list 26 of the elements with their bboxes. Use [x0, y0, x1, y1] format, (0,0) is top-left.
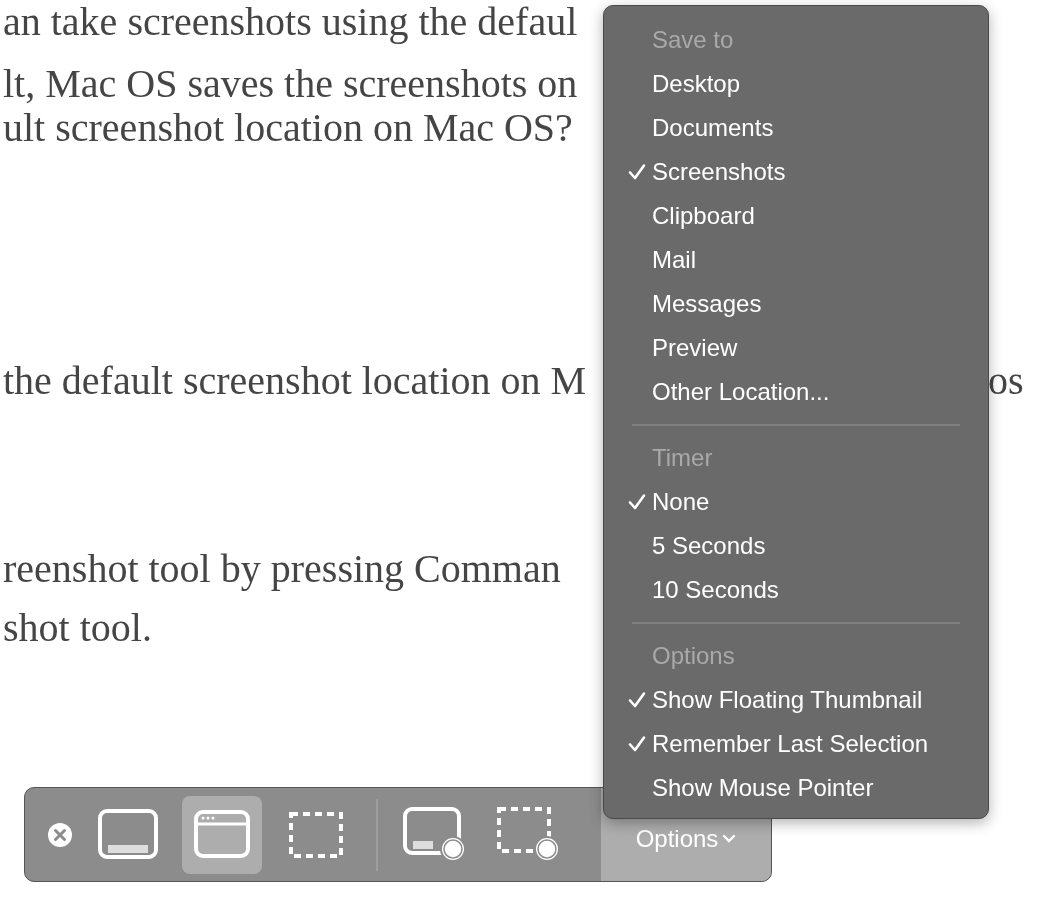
article-text-line: the default screenshot location on M	[3, 359, 587, 403]
menu-item[interactable]: Remember Last Selection	[604, 722, 988, 766]
menu-section-header: Options	[652, 641, 735, 671]
menu-item[interactable]: Desktop	[604, 62, 988, 106]
menu-item[interactable]: Clipboard	[604, 194, 988, 238]
menu-item[interactable]: Mail	[604, 238, 988, 282]
menu-section-header: Timer	[652, 443, 713, 473]
article-text-line: ult screenshot location on Mac OS?	[3, 106, 573, 150]
article-text-line: lt, Mac OS saves the screenshots on	[3, 62, 578, 106]
close-icon[interactable]	[48, 822, 72, 847]
menu-item[interactable]: Show Floating Thumbnail	[604, 678, 988, 722]
menu-item[interactable]: 10 Seconds	[604, 568, 988, 612]
menu-item[interactable]: None	[604, 480, 988, 524]
menu-item[interactable]: Other Location...	[604, 370, 988, 414]
menu-item[interactable]: Preview	[604, 326, 988, 370]
menu-item[interactable]: 5 Seconds	[604, 524, 988, 568]
article-text-line: reenshot tool by pressing Comman	[3, 547, 561, 591]
menu-item[interactable]: Documents	[604, 106, 988, 150]
article-text-line: an take screenshots using the defaul	[3, 0, 578, 44]
menu-item[interactable]: Messages	[604, 282, 988, 326]
article-text-fragment: os	[988, 359, 1024, 403]
window-capture-button[interactable]	[182, 795, 262, 874]
menu-section-header: Save to	[652, 25, 734, 55]
menu-item[interactable]: Screenshots	[604, 150, 988, 194]
article-text-line: shot tool.	[3, 606, 152, 650]
chevron-down-icon	[722, 834, 737, 843]
